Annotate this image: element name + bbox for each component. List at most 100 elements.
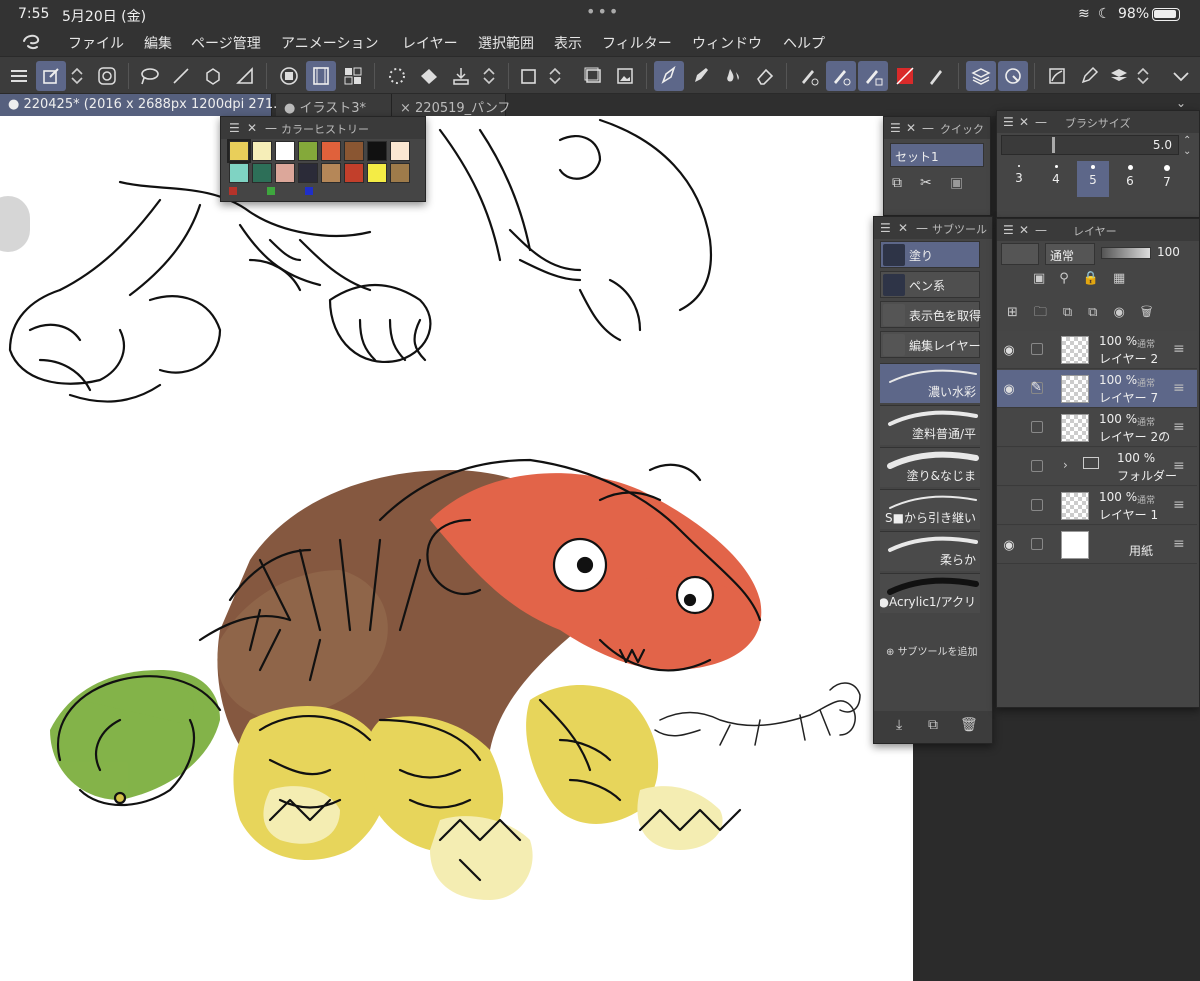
edit-icon[interactable] [1074, 61, 1104, 91]
transform-icon[interactable] [198, 61, 228, 91]
subtool-group-pen[interactable]: ペン系 [880, 271, 980, 298]
watercolor-icon[interactable] [718, 61, 748, 91]
layer-menu-icon[interactable]: ≡ [1173, 341, 1185, 357]
paste-icon[interactable]: ▣ [950, 175, 963, 191]
menu-layer[interactable]: レイヤー [402, 33, 458, 53]
layer-color-select[interactable] [1001, 243, 1039, 265]
recent-color[interactable] [229, 187, 237, 195]
tab-220425[interactable]: ● 220425* (2016 x 2688px 1200dpi 271.9%) [0, 94, 303, 116]
menu-filter[interactable]: フィルター [602, 33, 672, 53]
color-swatch[interactable] [298, 141, 318, 161]
add-subtool-button[interactable]: ⊕ サブツールを追加 [886, 643, 978, 658]
panel-menu-icon[interactable]: ☰ [1003, 223, 1014, 237]
fill-bucket-icon[interactable] [414, 61, 444, 91]
color-swatch[interactable] [367, 141, 387, 161]
eye-icon[interactable]: ◉ [1001, 538, 1017, 553]
hamburger-icon[interactable] [4, 61, 34, 91]
opacity-slider[interactable] [1101, 247, 1151, 259]
layer-checkbox[interactable] [1031, 538, 1043, 550]
minimize-icon[interactable]: — [916, 221, 928, 235]
subtool-group-fill[interactable]: 編集レイヤー [880, 331, 981, 358]
cut-icon[interactable]: ✂ [920, 175, 932, 191]
brush-preset[interactable]: S■から引き継い [880, 489, 980, 529]
layer-action-icons[interactable]: ⊞🗀⧉⧉◉🗑 [1007, 303, 1169, 325]
close-icon[interactable]: ✕ [1019, 115, 1029, 129]
duplicate-icon[interactable]: ⧉ [928, 717, 938, 733]
color-swatch[interactable] [229, 163, 249, 183]
brush-size-preset[interactable]: 5 [1077, 161, 1109, 197]
layer-lock-icons[interactable]: ▣⚲🔒▦ [1033, 271, 1139, 286]
layer-row[interactable]: ◉ 100 % 通常 レイヤー 2 ≡ [997, 331, 1197, 369]
menu-selection[interactable]: 選択範囲 [478, 33, 534, 53]
spiral-tool-icon[interactable] [92, 61, 122, 91]
line-icon[interactable] [166, 61, 196, 91]
lasso-icon[interactable] [134, 61, 164, 91]
minimize-icon[interactable]: — [922, 121, 934, 135]
layer-menu-icon[interactable]: ≡ [1173, 536, 1185, 552]
brush-size-preset[interactable]: 6 [1114, 161, 1146, 197]
canvas-size-icon[interactable] [514, 61, 544, 91]
color-swatch[interactable] [367, 163, 387, 183]
layer-row[interactable]: 100 % 通常 レイヤー 2の ≡ [997, 409, 1197, 447]
download-icon[interactable]: ⤓ [896, 717, 902, 733]
panel-menu-icon[interactable]: ☰ [890, 121, 901, 135]
layer-row[interactable]: 100 % 通常 レイヤー 1 ≡ [997, 487, 1197, 525]
layers-icon[interactable] [966, 61, 996, 91]
layer-menu-icon[interactable]: ≡ [1173, 380, 1185, 396]
chevron-updown-icon[interactable] [544, 61, 566, 91]
tabs-chevron-icon[interactable]: ⌄ [1176, 96, 1186, 110]
recent-color[interactable] [267, 187, 275, 195]
layer-copy-icon[interactable] [578, 61, 608, 91]
image-icon[interactable] [610, 61, 640, 91]
subtool-group-paint[interactable]: 塗り [880, 241, 980, 268]
brush-preset[interactable]: 濃い水彩 [880, 363, 980, 403]
chevron-updown-icon[interactable] [478, 61, 500, 91]
brush-size-slider[interactable]: 5.0 [1001, 135, 1179, 155]
navigator-icon[interactable] [998, 61, 1028, 91]
chevron-updown-icon[interactable] [1132, 61, 1154, 91]
menu-file[interactable]: ファイル [68, 33, 124, 53]
color-swatch[interactable] [344, 163, 364, 183]
blend-mode-select[interactable]: 通常 [1045, 243, 1095, 265]
panel-menu-icon[interactable]: ☰ [1003, 115, 1014, 129]
subtool-group-eyedropper[interactable]: 表示色を取得 [880, 301, 981, 328]
folder-chevron-icon[interactable]: › [1063, 458, 1068, 472]
recent-color[interactable] [305, 187, 313, 195]
menu-page[interactable]: ページ管理 [191, 33, 261, 53]
brush-preset[interactable]: 塗り&なじま [880, 447, 980, 487]
app-logo-icon[interactable] [20, 31, 42, 53]
color-swatch[interactable] [344, 141, 364, 161]
color-swatch[interactable] [298, 163, 318, 183]
layer-checkbox[interactable] [1031, 343, 1043, 355]
grid-icon[interactable] [338, 61, 368, 91]
panel-menu-icon[interactable]: ☰ [880, 221, 891, 235]
color-swatch[interactable] [390, 163, 410, 183]
pencil-icon[interactable] [686, 61, 716, 91]
add-material-icon[interactable] [1104, 61, 1134, 91]
brush-size-preset[interactable]: 7 [1151, 161, 1183, 197]
color-swatch[interactable] [321, 163, 341, 183]
menu-view[interactable]: 表示 [554, 33, 582, 53]
menu-help[interactable]: ヘルプ [783, 33, 825, 53]
brush-size-preset[interactable]: 4 [1040, 161, 1072, 197]
brush-target-icon[interactable] [826, 61, 856, 91]
edit-tool-icon[interactable] [36, 61, 66, 91]
brush-size-preset[interactable]: 3 [1003, 161, 1035, 197]
layer-mask-icon[interactable] [274, 61, 304, 91]
close-icon[interactable]: ✕ [1019, 223, 1029, 237]
layer-checkbox[interactable] [1031, 460, 1043, 472]
color-swatch[interactable] [275, 141, 295, 161]
material-icon[interactable] [1042, 61, 1072, 91]
menu-edit[interactable]: 編集 [144, 33, 172, 53]
tab-220519[interactable]: × 220519_パンフ [392, 94, 510, 116]
copy-icon[interactable]: ⧉ [892, 175, 902, 191]
multitask-dots-icon[interactable]: ••• [586, 2, 620, 21]
layer-checkbox[interactable] [1031, 421, 1043, 433]
layer-row[interactable]: › 100 % フォルダー ≡ [997, 448, 1197, 486]
layer-row[interactable]: ◉ 100 % 通常 レイヤー 7 ≡ ✎ [997, 370, 1197, 408]
ruler-icon[interactable] [230, 61, 260, 91]
minimize-icon[interactable]: — [1035, 223, 1047, 237]
stepper-icon[interactable]: ⌃ ⌄ [1183, 135, 1191, 157]
color-swatch[interactable] [252, 163, 272, 183]
layer-menu-icon[interactable]: ≡ [1173, 419, 1185, 435]
